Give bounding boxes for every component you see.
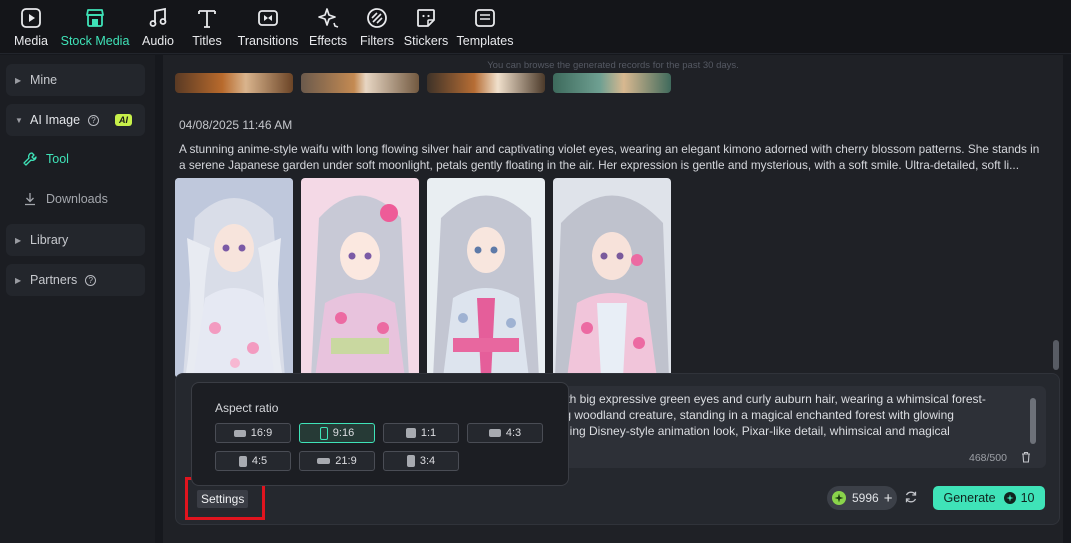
generated-image-thumb[interactable] bbox=[427, 73, 545, 93]
generated-image-thumb[interactable] bbox=[553, 178, 671, 378]
aspect-ratio-popup: Aspect ratio 16:9 9:16 1:1 4:3 4:5 21:9 … bbox=[191, 382, 569, 486]
settings-button[interactable]: Settings bbox=[197, 490, 249, 508]
tab-transitions[interactable]: Transitions bbox=[237, 0, 299, 54]
generated-image-thumb[interactable] bbox=[301, 73, 419, 93]
record-timestamp: 04/08/2025 11:46 AM bbox=[179, 118, 293, 132]
caret-right-icon: ▶ bbox=[15, 235, 22, 245]
add-credits-icon[interactable]: + bbox=[884, 490, 893, 507]
sidebar-item-library[interactable]: ▶ Library bbox=[6, 224, 145, 256]
aspect-option-9-16[interactable]: 9:16 bbox=[299, 423, 375, 443]
credits-balance[interactable]: 5996 + bbox=[827, 486, 897, 510]
square-ratio-icon bbox=[405, 428, 416, 438]
aspect-option-3-4[interactable]: 3:4 bbox=[383, 451, 459, 471]
generated-image-thumb[interactable] bbox=[301, 178, 419, 378]
tab-stickers[interactable]: Stickers bbox=[404, 0, 448, 54]
sidebar-item-label: AI Image bbox=[30, 113, 81, 127]
stock-media-icon bbox=[83, 6, 107, 30]
tab-titles[interactable]: Titles bbox=[190, 0, 224, 54]
generate-button[interactable]: Generate 10 bbox=[933, 486, 1045, 510]
prompt-scrollbar[interactable] bbox=[1030, 398, 1036, 444]
sidebar-item-label: Partners bbox=[30, 273, 78, 287]
credit-coin-icon bbox=[1003, 492, 1016, 504]
sidebar-item-mine[interactable]: ▶ Mine bbox=[6, 64, 145, 96]
credits-value: 5996 bbox=[852, 491, 879, 505]
help-icon[interactable]: ? bbox=[85, 274, 97, 286]
tab-stock-media[interactable]: Stock Media bbox=[61, 0, 129, 54]
aspect-option-21-9[interactable]: 21:9 bbox=[299, 451, 375, 471]
sidebar-item-label: Tool bbox=[46, 152, 69, 166]
credit-coin-icon bbox=[832, 491, 846, 505]
refresh-icon[interactable] bbox=[904, 490, 920, 506]
generate-cost: 10 bbox=[1020, 491, 1035, 505]
sidebar-item-downloads[interactable]: Downloads bbox=[22, 187, 108, 211]
transitions-icon bbox=[256, 6, 280, 30]
landscape-ratio-icon bbox=[233, 429, 246, 437]
aspect-option-16-9[interactable]: 16:9 bbox=[215, 423, 291, 443]
caret-right-icon: ▶ bbox=[15, 75, 22, 85]
ultrawide-ratio-icon bbox=[317, 458, 331, 464]
aspect-ratio-title: Aspect ratio bbox=[215, 401, 279, 415]
results-scrollbar[interactable] bbox=[1053, 340, 1059, 370]
sidebar: ▶ Mine ▼ AI Image ? AI Tool Downloads ▶ … bbox=[0, 55, 155, 543]
tab-audio[interactable]: Audio bbox=[139, 0, 177, 54]
templates-icon bbox=[473, 6, 497, 30]
aspect-option-1-1[interactable]: 1:1 bbox=[383, 423, 459, 443]
media-icon bbox=[19, 6, 43, 30]
landscape-ratio-icon bbox=[488, 429, 501, 437]
aspect-option-4-5[interactable]: 4:5 bbox=[215, 451, 291, 471]
filters-icon bbox=[365, 6, 389, 30]
wrench-icon bbox=[22, 151, 38, 167]
sidebar-item-tool[interactable]: Tool bbox=[22, 147, 69, 171]
ai-badge: AI bbox=[115, 114, 133, 126]
sidebar-item-label: Mine bbox=[30, 73, 58, 87]
generate-label: Generate bbox=[943, 491, 996, 505]
portrait-ratio-icon bbox=[319, 426, 328, 440]
sticker-icon bbox=[414, 6, 438, 30]
help-icon[interactable]: ? bbox=[88, 114, 100, 126]
sidebar-item-partners[interactable]: ▶ Partners ? bbox=[6, 264, 145, 296]
tab-templates[interactable]: Templates bbox=[457, 0, 514, 54]
text-t-icon bbox=[195, 6, 219, 30]
tab-filters[interactable]: Filters bbox=[360, 0, 394, 54]
tab-effects[interactable]: Effects bbox=[308, 0, 348, 54]
char-count: 468/500 bbox=[969, 452, 1007, 464]
download-icon bbox=[22, 191, 38, 207]
aspect-option-4-3[interactable]: 4:3 bbox=[467, 423, 543, 443]
trash-icon[interactable] bbox=[1020, 450, 1034, 464]
sidebar-item-label: Library bbox=[30, 233, 69, 247]
sidebar-item-label: Downloads bbox=[46, 192, 108, 206]
history-hint: You can browse the generated records for… bbox=[487, 60, 739, 71]
music-note-icon bbox=[146, 6, 170, 30]
record-prompt: A stunning anime-style waifu with long f… bbox=[179, 142, 1040, 172]
generated-image-thumb[interactable] bbox=[553, 73, 671, 93]
caret-down-icon: ▼ bbox=[15, 115, 23, 125]
generated-image-thumb[interactable] bbox=[175, 73, 293, 93]
top-toolbar: Media Stock Media Audio Titles Transitio… bbox=[0, 0, 1071, 54]
tab-media[interactable]: Media bbox=[12, 0, 50, 54]
caret-right-icon: ▶ bbox=[15, 275, 22, 285]
portrait-ratio-icon bbox=[406, 455, 415, 467]
generated-image-thumb[interactable] bbox=[175, 178, 293, 378]
effects-sparkle-icon bbox=[316, 6, 340, 30]
sidebar-item-ai-image[interactable]: ▼ AI Image ? AI bbox=[6, 104, 145, 136]
generated-image-thumb[interactable] bbox=[427, 178, 545, 378]
portrait-ratio-icon bbox=[238, 455, 247, 467]
prompt-text: l with big expressive green eyes and cur… bbox=[549, 392, 986, 438]
